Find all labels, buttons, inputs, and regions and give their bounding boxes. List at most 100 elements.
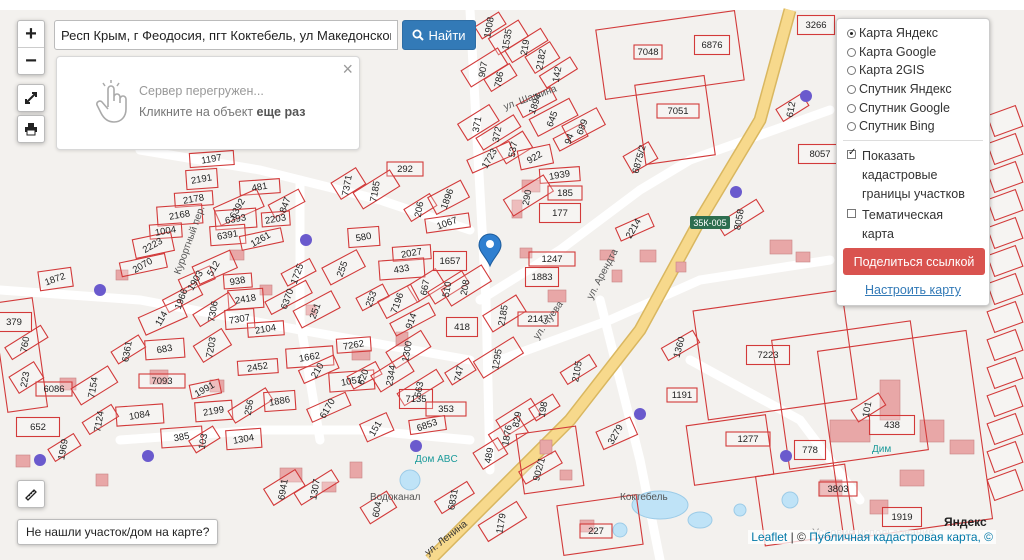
fullscreen-button[interactable] <box>17 84 45 112</box>
search-button-label: Найти <box>428 27 466 43</box>
layer-label: Спутник Bing <box>859 119 935 133</box>
parcel-number-label: 353 <box>438 404 454 415</box>
parcel-number-label: 1247 <box>541 254 562 265</box>
measure-button[interactable] <box>17 480 45 508</box>
search-icon <box>412 29 425 41</box>
layer-option-google-satellite[interactable]: Спутник Google <box>847 101 950 115</box>
thematic-map-checkbox[interactable]: Тематическая карта <box>847 206 943 244</box>
poi-icon <box>634 408 646 420</box>
parcel-number-label: 438 <box>884 420 900 431</box>
poi-icon <box>34 454 46 466</box>
building-shape <box>769 239 793 255</box>
show-cadastral-borders-checkbox[interactable]: Показать кадастровые границы участков <box>847 147 965 204</box>
attribution-separator: | © <box>787 530 810 544</box>
checkbox-icon <box>847 147 856 159</box>
parcel-number-label: 778 <box>802 445 818 456</box>
building-shape <box>949 439 975 455</box>
radio-icon <box>847 28 856 38</box>
info-hint-text: Кликните на объект еще раз <box>139 105 306 119</box>
parcel-number-label: 6876 <box>701 40 722 51</box>
layer-option-2gis-map[interactable]: Карта 2GIS <box>847 63 924 77</box>
poi-icon <box>410 440 422 452</box>
parcel-number-label: 185 <box>557 188 573 199</box>
building-shape <box>795 251 811 263</box>
parcel-number-label: 227 <box>588 526 604 537</box>
building-shape <box>919 419 945 443</box>
building-shape <box>559 469 573 481</box>
checkbox-icon <box>847 209 856 218</box>
radio-icon <box>847 84 856 94</box>
print-button[interactable] <box>17 115 45 143</box>
checkbox-label: Показать кадастровые границы участков <box>862 149 965 201</box>
parcel-number-label: 8057 <box>809 149 830 160</box>
parcel-number-label: 3266 <box>805 20 826 31</box>
setup-map-link[interactable]: Настроить карту <box>837 283 989 297</box>
parcel-number-label: 1919 <box>891 512 912 523</box>
poi-icon <box>94 284 106 296</box>
not-found-button[interactable]: Не нашли участок/дом на карте? <box>17 519 219 545</box>
parcel-number-label: 7048 <box>637 47 658 58</box>
poi-label-dim: Дим <box>872 444 891 455</box>
svg-text:35К-005: 35К-005 <box>693 218 726 228</box>
parcel-number-label: 418 <box>454 322 470 333</box>
parcel-number-label: 3803 <box>827 484 848 495</box>
attribution: Leaflet | © Публичная кадастровая карта,… <box>748 530 996 544</box>
close-icon[interactable]: × <box>342 59 353 80</box>
layer-option-yandex-satellite[interactable]: Спутник Яндекс <box>847 82 952 96</box>
zoom-in-button[interactable]: + <box>18 21 44 47</box>
poi-icon <box>300 234 312 246</box>
zoom-out-button[interactable]: − <box>18 47 44 74</box>
building-shape <box>15 454 31 468</box>
building-shape <box>899 469 925 487</box>
building-shape <box>829 419 871 443</box>
zoom-control: + − <box>17 20 45 75</box>
parcel-number-label: 7051 <box>667 106 688 117</box>
building-shape <box>611 269 623 283</box>
poi-icon <box>780 450 792 462</box>
radio-icon <box>847 103 856 113</box>
radio-icon <box>847 47 856 57</box>
parcel-number-label: 652 <box>30 422 46 433</box>
poi-icon <box>800 90 812 102</box>
parcel-number-label: 7223 <box>757 350 778 361</box>
parcel-number-label: 1191 <box>672 390 692 401</box>
pointer-hand-icon <box>96 80 127 123</box>
ruler-icon <box>25 489 37 501</box>
poi-label-koktebel: Коктебель <box>620 491 668 503</box>
poi-label-vodokanal: Водоканал <box>370 492 421 503</box>
road-badge: 35К-005 <box>690 216 730 229</box>
parcel-number-label: 7093 <box>151 376 172 387</box>
printer-icon <box>25 123 37 136</box>
parcel-number-label: 177 <box>552 208 568 219</box>
poi-label-dom-abc: Дом ABC <box>415 454 458 465</box>
radio-icon <box>847 65 856 75</box>
yandex-logo: Яндекс <box>944 515 987 529</box>
building-shape <box>95 473 109 487</box>
share-link-button[interactable]: Поделиться ссылкой <box>843 248 985 275</box>
layer-label: Карта 2GIS <box>859 63 925 77</box>
parcel-number-label: 7135 <box>405 394 426 405</box>
layer-option-yandex-map[interactable]: Карта Яндекс <box>847 26 938 40</box>
radio-icon <box>847 121 856 131</box>
poi-icon <box>142 450 154 462</box>
parcel-number-label: 379 <box>6 317 22 328</box>
expand-icon <box>25 92 37 104</box>
layer-label: Карта Google <box>859 45 937 59</box>
building-shape <box>539 439 553 455</box>
layer-label: Спутник Яндекс <box>859 82 952 96</box>
layer-option-bing-satellite[interactable]: Спутник Bing <box>847 119 935 133</box>
search-button[interactable]: Найти <box>402 20 476 50</box>
layer-option-google-map[interactable]: Карта Google <box>847 45 936 59</box>
layer-label: Спутник Google <box>859 101 950 115</box>
leaflet-link[interactable]: Leaflet <box>751 530 787 544</box>
cadastral-map-link[interactable]: Публичная кадастровая карта, © <box>809 530 993 544</box>
building-shape <box>639 249 657 263</box>
poi-icon <box>730 186 742 198</box>
parcel-number-label: 292 <box>397 164 413 175</box>
checkbox-label: Тематическая карта <box>862 208 944 241</box>
building-shape <box>675 261 687 273</box>
layers-panel: Карта Яндекс Карта Google Карта 2GIS Спу… <box>836 18 990 306</box>
layer-label: Карта Яндекс <box>859 26 938 40</box>
divider <box>843 140 983 141</box>
search-input[interactable] <box>54 20 398 50</box>
